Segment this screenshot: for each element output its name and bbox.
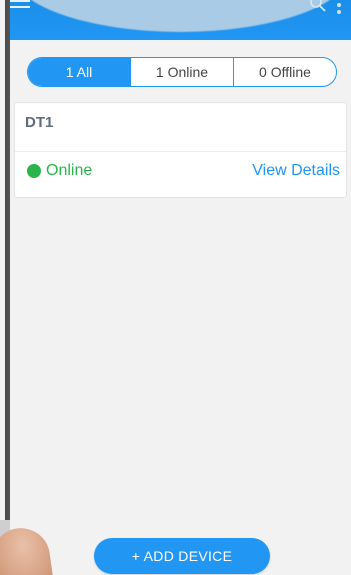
more-icon[interactable] (336, 0, 342, 22)
tab-offline[interactable]: 0 Offline (233, 58, 336, 86)
view-details-link[interactable]: View Details (252, 162, 340, 180)
device-card[interactable]: DT1 Online View Details (14, 102, 347, 198)
menu-icon[interactable] (10, 0, 30, 14)
tab-all[interactable]: 1 All (28, 58, 130, 86)
tab-online[interactable]: 1 Online (130, 58, 233, 86)
device-status: Online (46, 162, 93, 179)
card-divider (15, 151, 346, 152)
online-status-dot-icon (27, 164, 41, 178)
phone-frame-edge (0, 0, 10, 575)
app-screen: 1 All 1 Online 0 Offline DT1 Online View… (10, 0, 351, 575)
add-device-button[interactable]: + ADD DEVICE (94, 538, 270, 574)
search-icon[interactable] (310, 0, 326, 16)
device-name: DT1 (25, 114, 54, 131)
status-filter-tabs: 1 All 1 Online 0 Offline (27, 57, 337, 87)
app-header (10, 0, 351, 48)
